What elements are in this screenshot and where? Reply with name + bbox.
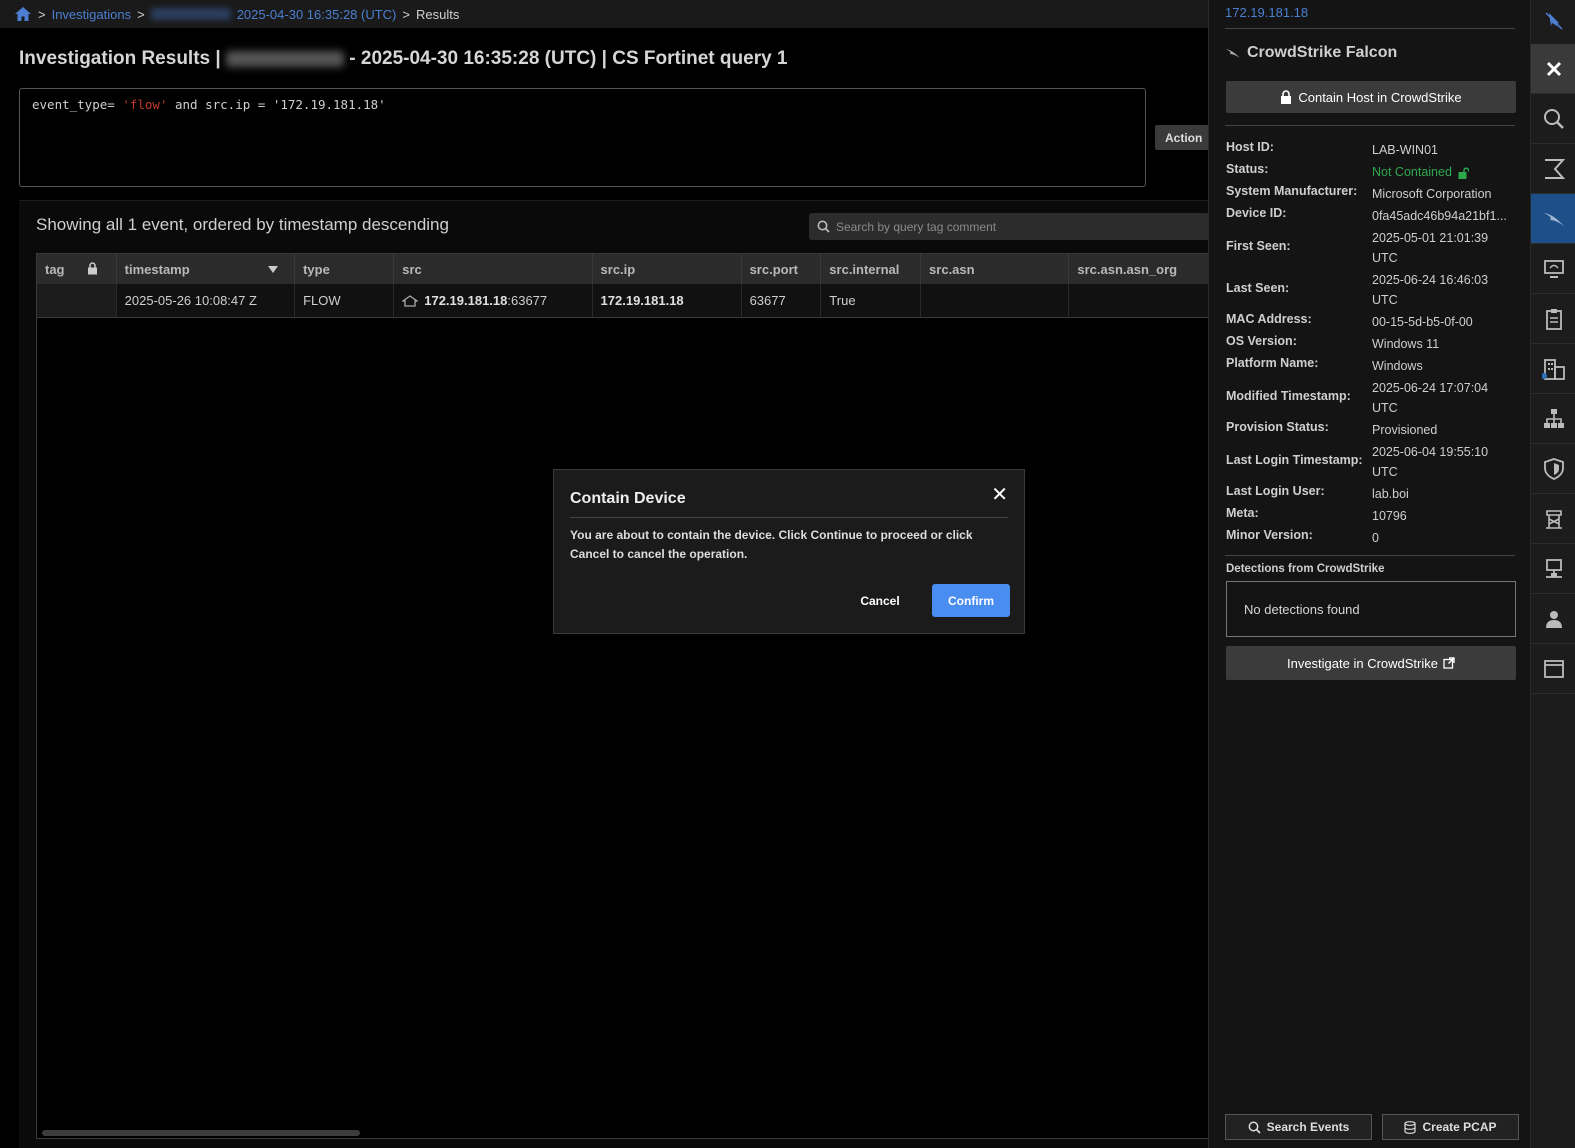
src-ip-text: 172.19.181.18 (424, 292, 508, 308)
crowdstrike-side-panel: 172.19.181.18 CrowdStrike Falcon Contain… (1208, 0, 1530, 1148)
page-title-prefix: Investigation Results | (19, 48, 221, 69)
breadcrumb-redacted-name (150, 8, 231, 20)
detections-label: Detections from CrowdStrike (1226, 563, 1385, 575)
cancel-button[interactable]: Cancel (845, 584, 915, 617)
building-icon[interactable] (1531, 344, 1575, 394)
column-header-src-asn[interactable]: src.asn (920, 254, 1070, 284)
confirm-button[interactable]: Confirm (932, 584, 1010, 617)
breadcrumb-separator: > (137, 6, 145, 22)
page-title-suffix: - 2025-04-30 16:35:28 (UTC) | CS Fortine… (349, 48, 788, 69)
cell-tag[interactable] (37, 284, 117, 318)
home-icon[interactable] (14, 6, 32, 22)
search-icon (817, 220, 830, 233)
network-tree-icon[interactable] (1531, 394, 1575, 444)
cell-src-ip[interactable]: 172.19.181.18 (592, 284, 742, 318)
right-icon-rail (1530, 0, 1575, 1148)
breadcrumb: > Investigations > 2025-04-30 16:35:28 (… (0, 0, 1208, 28)
modal-divider (570, 517, 1008, 518)
breadcrumb-investigations-link[interactable]: Investigations (52, 7, 132, 22)
tower-icon[interactable] (1531, 494, 1575, 544)
divider (1225, 555, 1515, 556)
close-icon[interactable]: ✕ (991, 482, 1008, 507)
database-icon (1404, 1120, 1417, 1134)
cell-timestamp: 2025-05-26 10:08:47 Z (116, 284, 296, 318)
cell-src-port: 63677 (741, 284, 822, 318)
lock-icon[interactable] (87, 262, 98, 275)
shield-icon[interactable] (1531, 444, 1575, 494)
results-table: tag timestamp type src src.ip src.port s… (36, 253, 1210, 1139)
contain-host-button[interactable]: Contain Host in CrowdStrike (1226, 81, 1516, 113)
column-header-type[interactable]: type (294, 254, 395, 284)
column-header-src-internal[interactable]: src.internal (820, 254, 922, 284)
query-editor[interactable]: event_type= 'flow' and src.ip = '172.19.… (19, 88, 1146, 187)
search-events-button[interactable]: Search Events (1225, 1114, 1372, 1140)
column-header-src-port[interactable]: src.port (741, 254, 822, 284)
side-panel-ip[interactable]: 172.19.181.18 (1225, 5, 1308, 20)
search-icon (1248, 1121, 1261, 1134)
investigate-in-crowdstrike-button[interactable]: Investigate in CrowdStrike (1226, 646, 1516, 680)
unlock-icon (1458, 167, 1470, 179)
cell-src-asn (920, 284, 1070, 318)
divider (1225, 28, 1515, 29)
table-header-row: tag timestamp type src src.ip src.port s… (37, 254, 1209, 284)
table-row[interactable]: 2025-05-26 10:08:47 Z FLOW 172.19.181.18… (37, 284, 1209, 318)
search-input[interactable] (836, 219, 1196, 234)
page-title-redacted (225, 50, 344, 67)
status-value: Not Contained (1372, 162, 1517, 182)
breadcrumb-separator: > (38, 6, 46, 22)
search-icon[interactable] (1531, 94, 1575, 144)
column-header-src-asn-org[interactable]: src.asn.asn_org (1068, 254, 1209, 284)
internal-host-icon (402, 295, 419, 307)
cell-type: FLOW (294, 284, 395, 318)
search-box[interactable] (809, 213, 1209, 240)
cell-src-internal: True (820, 284, 922, 318)
page-title: Investigation Results | - 2025-04-30 16:… (19, 48, 788, 70)
modal-title: Contain Device (570, 490, 686, 507)
pin-icon[interactable] (1531, 0, 1575, 42)
column-header-src[interactable]: src (393, 254, 593, 284)
window-icon[interactable] (1531, 644, 1575, 694)
column-header-timestamp[interactable]: timestamp (116, 254, 296, 284)
breadcrumb-separator: > (402, 6, 410, 22)
create-pcap-button[interactable]: Create PCAP (1382, 1114, 1519, 1140)
lock-icon (1280, 90, 1292, 104)
user-icon[interactable] (1531, 594, 1575, 644)
actions-button[interactable]: Action (1155, 125, 1215, 150)
sigma-icon[interactable] (1531, 144, 1575, 194)
cell-src-asn-org (1068, 284, 1209, 318)
clipboard-icon[interactable] (1531, 294, 1575, 344)
breadcrumb-datetime-link[interactable]: 2025-04-30 16:35:28 (UTC) (237, 7, 397, 22)
side-panel-title: CrowdStrike Falcon (1225, 44, 1397, 62)
contain-device-modal: Contain Device ✕ You are about to contai… (553, 469, 1025, 634)
detections-box: No detections found (1226, 581, 1516, 637)
external-link-icon (1443, 657, 1455, 669)
results-summary: Showing all 1 event, ordered by timestam… (36, 215, 449, 234)
desktop-network-icon[interactable] (1531, 544, 1575, 594)
crowdstrike-falcon-icon (1225, 47, 1241, 59)
column-header-src-ip[interactable]: src.ip (592, 254, 742, 284)
horizontal-scrollbar[interactable] (42, 1130, 360, 1136)
sort-descending-icon[interactable] (268, 266, 279, 273)
close-icon[interactable] (1531, 44, 1575, 94)
crowdstrike-falcon-icon[interactable] (1531, 194, 1575, 244)
column-header-tag[interactable]: tag (37, 254, 117, 284)
monitor-icon[interactable] (1531, 244, 1575, 294)
query-string-literal: 'flow' (122, 97, 168, 112)
no-detections-text: No detections found (1244, 602, 1360, 617)
divider (1225, 125, 1515, 126)
cell-src[interactable]: 172.19.181.18:63677 (393, 284, 593, 318)
breadcrumb-current: Results (415, 6, 460, 22)
query-text-part2: and src.ip = '172.19.181.18' (167, 97, 386, 112)
query-text-part1: event_type= (32, 97, 123, 112)
src-port-text: :63677 (507, 292, 548, 308)
modal-body: You are about to contain the device. Cli… (570, 528, 973, 561)
